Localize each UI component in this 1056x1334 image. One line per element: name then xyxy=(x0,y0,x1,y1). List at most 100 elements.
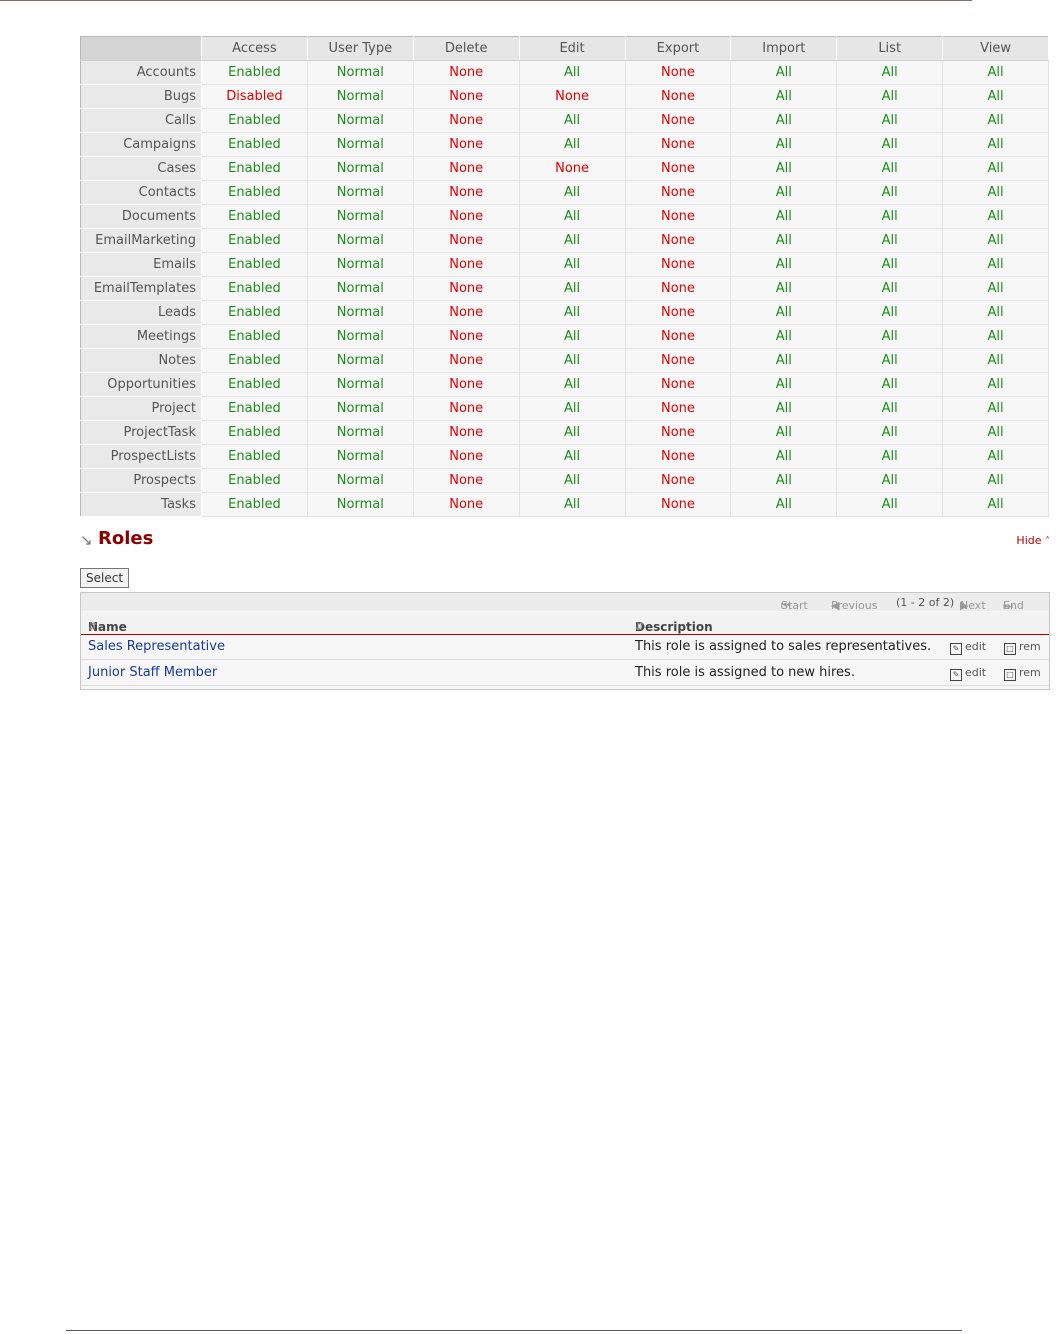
acl-cell[interactable]: Enabled xyxy=(201,420,308,445)
acl-cell[interactable]: None xyxy=(413,156,520,181)
acl-cell[interactable]: All xyxy=(519,180,626,205)
acl-cell[interactable]: None xyxy=(625,468,732,493)
acl-cell[interactable]: Enabled xyxy=(201,228,308,253)
acl-cell[interactable]: None xyxy=(625,372,732,397)
acl-cell[interactable]: All xyxy=(942,492,1049,517)
acl-cell[interactable]: None xyxy=(413,204,520,229)
acl-cell[interactable]: All xyxy=(836,204,944,229)
acl-cell[interactable]: All xyxy=(730,324,838,349)
acl-cell[interactable]: All xyxy=(836,444,944,469)
acl-cell[interactable]: All xyxy=(942,420,1049,445)
acl-cell[interactable]: All xyxy=(730,372,838,397)
acl-cell[interactable]: Enabled xyxy=(201,276,308,301)
acl-cell[interactable]: Enabled xyxy=(201,300,308,325)
acl-cell[interactable]: None xyxy=(625,492,732,517)
acl-cell[interactable]: All xyxy=(836,420,944,445)
acl-cell[interactable]: Normal xyxy=(307,108,414,133)
acl-cell[interactable]: All xyxy=(519,444,626,469)
acl-cell[interactable]: Enabled xyxy=(201,372,308,397)
remove-button[interactable]: □ rem xyxy=(1004,666,1041,681)
acl-cell[interactable]: All xyxy=(836,348,944,373)
acl-cell[interactable]: All xyxy=(730,108,838,133)
acl-cell[interactable]: None xyxy=(625,60,732,85)
acl-cell[interactable]: All xyxy=(519,348,626,373)
acl-cell[interactable]: None xyxy=(625,156,732,181)
acl-cell[interactable]: None xyxy=(625,204,732,229)
acl-cell[interactable]: Normal xyxy=(307,324,414,349)
acl-cell[interactable]: All xyxy=(836,180,944,205)
acl-cell[interactable]: Normal xyxy=(307,204,414,229)
acl-cell[interactable]: All xyxy=(519,492,626,517)
acl-cell[interactable]: None xyxy=(413,348,520,373)
acl-cell[interactable]: None xyxy=(413,228,520,253)
acl-cell[interactable]: None xyxy=(625,84,732,109)
role-name-link[interactable]: Junior Staff Member xyxy=(88,665,217,680)
acl-cell[interactable]: Normal xyxy=(307,180,414,205)
acl-cell[interactable]: Enabled xyxy=(201,132,308,157)
acl-cell[interactable]: Normal xyxy=(307,468,414,493)
acl-cell[interactable]: Normal xyxy=(307,444,414,469)
acl-cell[interactable]: All xyxy=(942,276,1049,301)
acl-cell[interactable]: All xyxy=(730,468,838,493)
acl-cell[interactable]: All xyxy=(730,228,838,253)
acl-cell[interactable]: All xyxy=(519,60,626,85)
acl-cell[interactable]: All xyxy=(519,396,626,421)
acl-cell[interactable]: All xyxy=(519,372,626,397)
acl-cell[interactable]: All xyxy=(519,420,626,445)
acl-cell[interactable]: All xyxy=(942,132,1049,157)
acl-cell[interactable]: All xyxy=(942,204,1049,229)
acl-cell[interactable]: Enabled xyxy=(201,60,308,85)
acl-cell[interactable]: None xyxy=(413,324,520,349)
acl-cell[interactable]: None xyxy=(413,444,520,469)
acl-cell[interactable]: All xyxy=(836,228,944,253)
acl-cell[interactable]: All xyxy=(836,300,944,325)
acl-cell[interactable]: All xyxy=(519,228,626,253)
acl-cell[interactable]: Enabled xyxy=(201,156,308,181)
acl-cell[interactable]: All xyxy=(836,132,944,157)
acl-cell[interactable]: All xyxy=(730,444,838,469)
edit-button[interactable]: ✎ edit xyxy=(950,640,986,655)
acl-cell[interactable]: All xyxy=(836,60,944,85)
acl-cell[interactable]: All xyxy=(730,60,838,85)
acl-cell[interactable]: All xyxy=(730,492,838,517)
acl-cell[interactable]: All xyxy=(730,180,838,205)
acl-cell[interactable]: Enabled xyxy=(201,204,308,229)
acl-cell[interactable]: None xyxy=(625,300,732,325)
acl-cell[interactable]: All xyxy=(942,348,1049,373)
acl-cell[interactable]: All xyxy=(942,324,1049,349)
acl-cell[interactable]: None xyxy=(413,60,520,85)
acl-cell[interactable]: None xyxy=(413,372,520,397)
acl-cell[interactable]: All xyxy=(942,372,1049,397)
acl-cell[interactable]: Normal xyxy=(307,60,414,85)
remove-button[interactable]: □ rem xyxy=(1004,640,1041,655)
acl-cell[interactable]: All xyxy=(730,204,838,229)
acl-cell[interactable]: Normal xyxy=(307,420,414,445)
acl-cell[interactable]: Normal xyxy=(307,252,414,277)
acl-cell[interactable]: All xyxy=(942,156,1049,181)
acl-cell[interactable]: All xyxy=(836,372,944,397)
acl-cell[interactable]: All xyxy=(730,420,838,445)
acl-cell[interactable]: All xyxy=(730,348,838,373)
acl-cell[interactable]: Normal xyxy=(307,228,414,253)
acl-cell[interactable]: None xyxy=(413,420,520,445)
acl-cell[interactable]: None xyxy=(625,276,732,301)
acl-cell[interactable]: None xyxy=(413,300,520,325)
acl-cell[interactable]: All xyxy=(942,396,1049,421)
acl-cell[interactable]: All xyxy=(730,300,838,325)
acl-cell[interactable]: All xyxy=(730,84,838,109)
acl-cell[interactable]: All xyxy=(836,324,944,349)
acl-cell[interactable]: All xyxy=(519,204,626,229)
acl-cell[interactable]: Enabled xyxy=(201,444,308,469)
acl-cell[interactable]: None xyxy=(519,84,626,109)
acl-cell[interactable]: Normal xyxy=(307,300,414,325)
acl-cell[interactable]: Normal xyxy=(307,492,414,517)
acl-cell[interactable]: All xyxy=(836,108,944,133)
acl-cell[interactable]: All xyxy=(519,324,626,349)
acl-cell[interactable]: All xyxy=(730,276,838,301)
acl-cell[interactable]: All xyxy=(519,468,626,493)
acl-cell[interactable]: None xyxy=(413,84,520,109)
acl-cell[interactable]: None xyxy=(625,132,732,157)
acl-cell[interactable]: All xyxy=(519,108,626,133)
acl-cell[interactable]: All xyxy=(942,60,1049,85)
acl-cell[interactable]: All xyxy=(836,492,944,517)
